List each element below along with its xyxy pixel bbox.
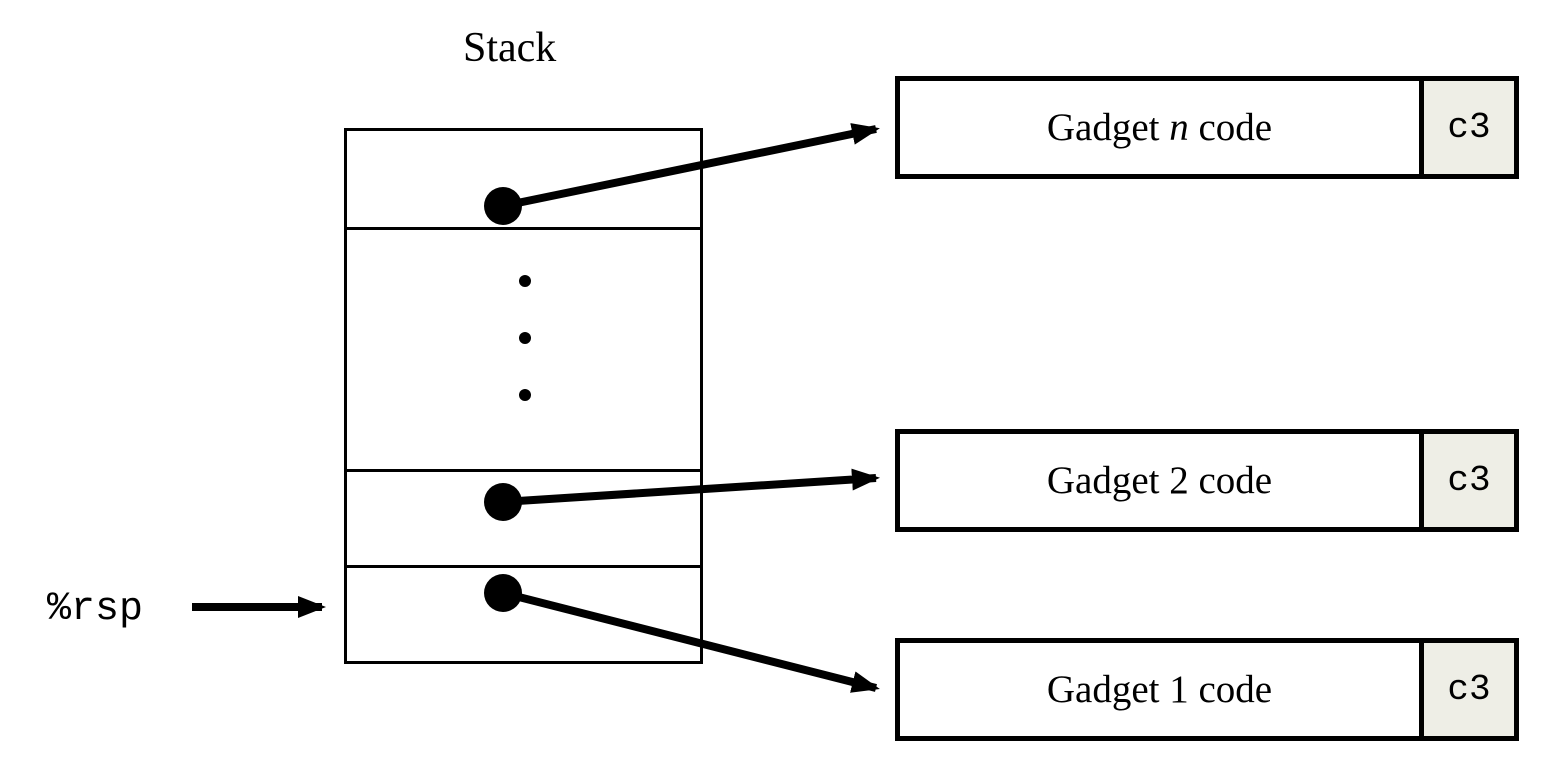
ellipsis-dot (519, 332, 531, 344)
arrow-to-gadget-1 (503, 593, 876, 688)
ellipsis-dot (519, 275, 531, 287)
arrow-to-gadget-2 (503, 478, 876, 502)
arrows-layer (0, 0, 1561, 777)
ellipsis-dot (519, 389, 531, 401)
arrow-to-gadget-n (503, 129, 876, 206)
